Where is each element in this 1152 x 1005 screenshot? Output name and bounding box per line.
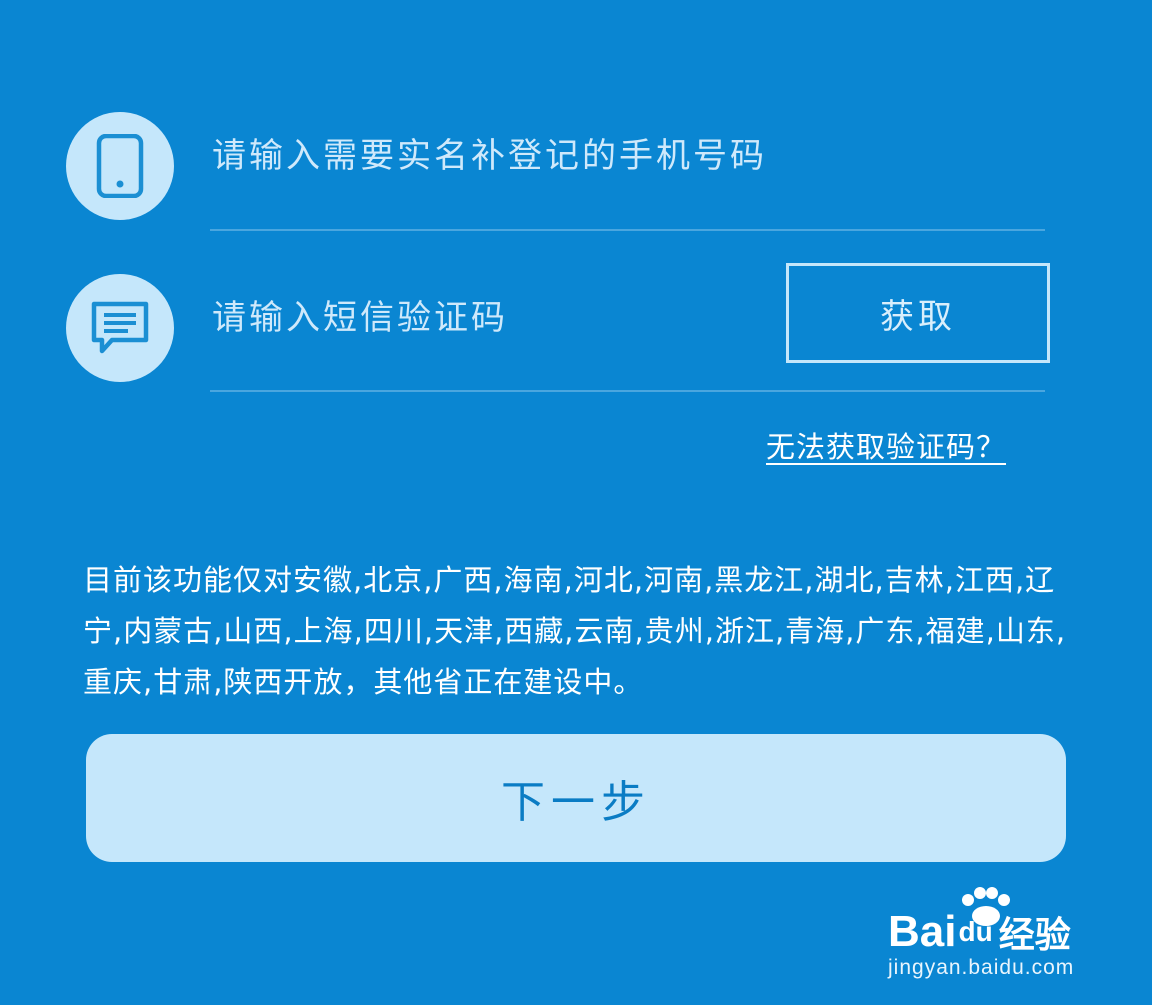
smartphone-icon: [66, 112, 174, 220]
province-notice: 目前该功能仅对安徽,北京,广西,海南,河北,河南,黑龙江,湖北,吉林,江西,辽宁…: [83, 563, 1067, 699]
next-step-button[interactable]: 下一步: [86, 734, 1066, 862]
baidu-jingyan-watermark: Bai du 经验 jingyan.baidu.com: [882, 886, 1102, 986]
get-code-button[interactable]: 获取: [786, 263, 1050, 363]
phone-input[interactable]: [212, 128, 1012, 184]
cannot-get-code-link[interactable]: 无法获取验证码？: [766, 424, 1006, 466]
message-icon: [66, 274, 174, 382]
phone-divider: [210, 229, 1045, 231]
baidu-logo: Bai du 经验: [888, 907, 1071, 956]
watermark-url: jingyan.baidu.com: [888, 956, 1075, 979]
sms-code-input[interactable]: [212, 290, 752, 346]
sms-divider: [210, 390, 1045, 392]
